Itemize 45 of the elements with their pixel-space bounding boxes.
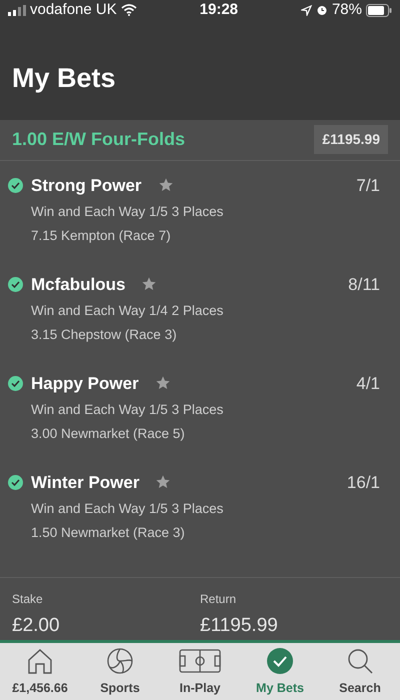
tab[interactable]: Sports: [80, 643, 160, 700]
alarm-icon: [316, 4, 328, 16]
signal-icon: [8, 4, 26, 16]
carrier-name: vodafone UK: [30, 0, 117, 20]
return-amount: £1195.99: [314, 125, 388, 154]
page-title: My Bets: [12, 62, 116, 95]
horse-name: Winter Power: [31, 472, 140, 494]
race-text: 7.15 Kempton (Race 7): [30, 227, 172, 246]
return-label: Return: [200, 590, 238, 608]
horse-name: Strong Power: [31, 174, 142, 197]
ball-icon: [106, 647, 134, 676]
location-icon: [300, 4, 312, 16]
market-text: Win and Each Way 1/4 2 Places: [30, 302, 224, 320]
home-icon: [26, 647, 54, 676]
wifi-icon: [120, 4, 137, 16]
return-total: £1195.99: [200, 614, 278, 638]
star-icon[interactable]: [154, 375, 171, 392]
race-text: 1.50 Newmarket (Race 3): [30, 524, 186, 542]
race-text: 3.15 Chepstow (Race 3): [30, 326, 178, 344]
odds: 4/1: [356, 372, 381, 395]
star-icon[interactable]: [155, 474, 172, 490]
odds: 16/1: [346, 472, 381, 494]
clock-time: 19:28: [200, 0, 238, 20]
check-icon: [266, 647, 294, 676]
pitch-icon: [179, 647, 221, 676]
tab[interactable]: £1,456.66: [0, 643, 80, 700]
tab[interactable]: My Bets: [240, 643, 320, 700]
tab[interactable]: Search: [320, 643, 400, 700]
horse-name: Happy Power: [31, 372, 139, 395]
odds: 7/1: [356, 174, 381, 197]
race-text: 3.00 Newmarket (Race 5): [30, 425, 186, 444]
market-text: Win and Each Way 1/5 3 Places: [30, 401, 224, 420]
battery-icon: [366, 4, 392, 16]
star-icon[interactable]: [158, 177, 174, 194]
star-icon[interactable]: [141, 276, 158, 292]
market-text: Win and Each Way 1/5 3 Places: [30, 500, 224, 518]
horse-name: Mcfabulous: [31, 274, 126, 296]
market-text: Win and Each Way 1/5 3 Places: [30, 203, 224, 222]
stake-amount: £2.00: [12, 614, 61, 638]
bet-title: 1.00 E/W Four-Folds: [12, 128, 186, 152]
search-icon: [346, 647, 374, 676]
odds: 8/11: [348, 274, 381, 296]
tab[interactable]: In-Play: [160, 643, 240, 700]
stake-label: Stake: [12, 590, 44, 608]
battery-percent: 78%: [332, 0, 362, 20]
